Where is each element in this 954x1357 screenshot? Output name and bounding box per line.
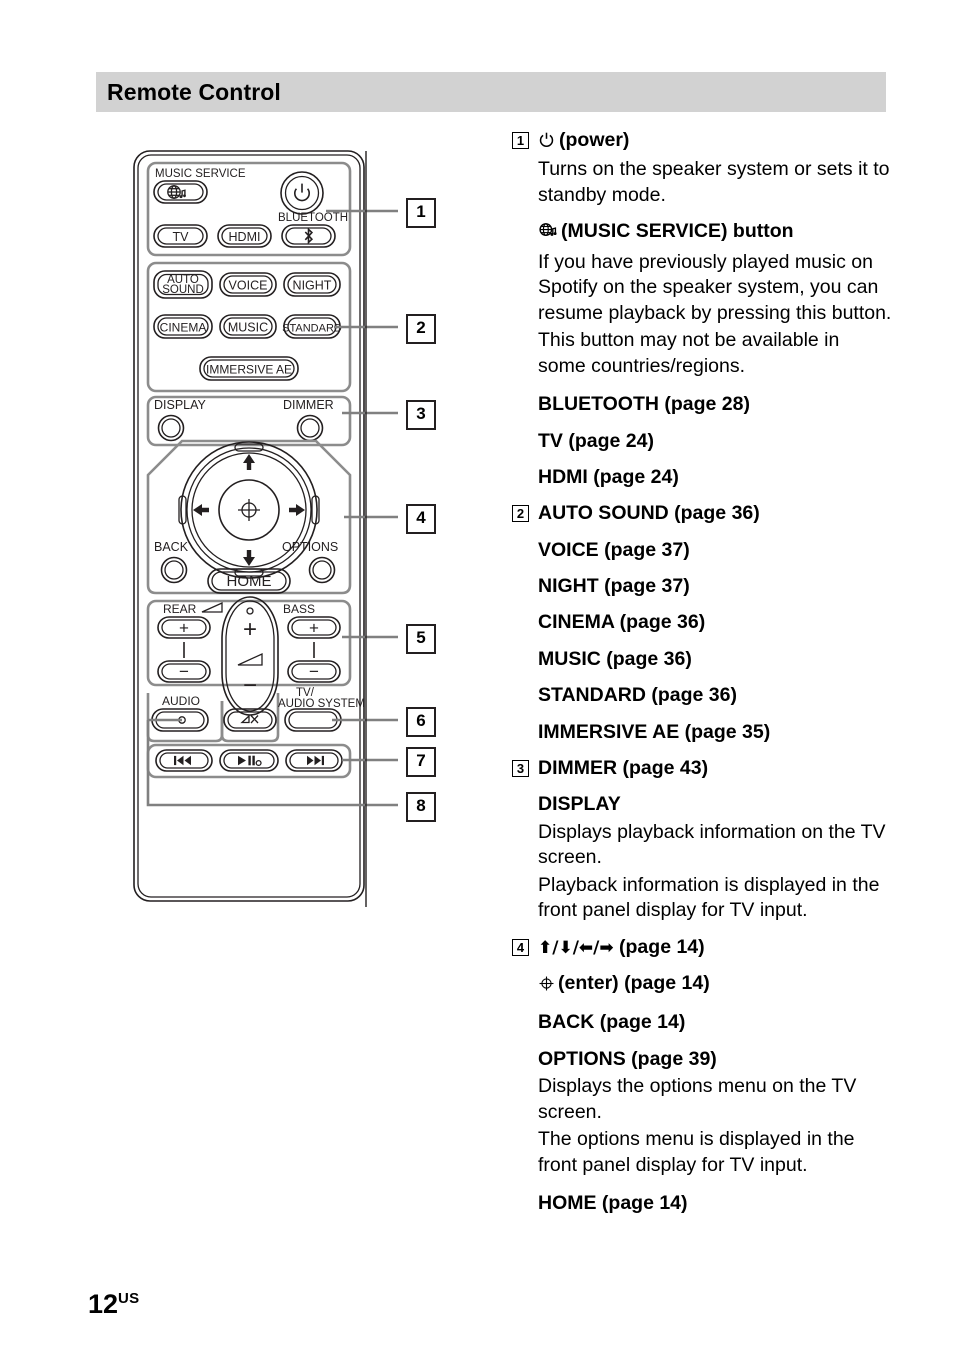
heading-hdmi: HDMI (page 24)	[538, 466, 679, 489]
label-home: HOME	[227, 573, 272, 590]
heading-cinema: CINEMA (page 36)	[538, 611, 706, 634]
play-pause-icon	[238, 755, 262, 767]
arrow-down-icon	[243, 550, 255, 566]
power-icon	[538, 130, 555, 155]
heading-back: BACK (page 14)	[538, 1011, 686, 1034]
heading-music-service: (MUSIC SERVICE) button	[538, 219, 892, 247]
callout-box-2: 2	[406, 314, 436, 344]
page-footer: 12US	[88, 1291, 139, 1318]
paragraph-display-tv: Displays playback information on the TV …	[538, 820, 886, 869]
heading-voice: VOICE (page 37)	[538, 538, 690, 561]
music-service-icon	[167, 185, 186, 199]
label-volume-plus: +	[243, 616, 257, 643]
callout-marker-2: 2	[512, 505, 529, 523]
label-audio: AUDIO	[162, 694, 200, 708]
callout-marker-1: 1	[512, 132, 529, 149]
heading-power: (power)	[538, 128, 892, 155]
paragraph-music-service: If you have previously played music on S…	[538, 250, 892, 324]
label-rear: REAR	[163, 602, 197, 616]
heading-enter-text: (enter) (page 14)	[558, 972, 710, 994]
label-back: BACK	[154, 540, 189, 554]
description-entry-2: 2 AUTO SOUND (page 36) VOICE (page 37) N…	[512, 501, 892, 746]
label-night: NIGHT	[293, 279, 332, 293]
callout-box-8: 8	[406, 792, 436, 822]
manual-page: Remote Control .ln{fill:none;stroke:#231…	[0, 0, 954, 1357]
previous-icon	[174, 755, 191, 766]
label-bass-minus: −	[309, 662, 319, 681]
callout-marker-4: 4	[512, 938, 529, 956]
heading-display: DISPLAY	[538, 793, 621, 816]
callout-box-5: 5	[406, 624, 436, 654]
label-display: DISPLAY	[154, 398, 207, 412]
arrow-right-icon	[289, 504, 305, 516]
footer-region-suffix: US	[118, 1290, 140, 1307]
description-entry-4: 4 ⬆/⬇/⬅/➡ (page 14) (enter) (page 14) BA…	[512, 935, 892, 1219]
mute-icon	[240, 714, 259, 724]
label-music-service: MUSIC SERVICE	[155, 168, 246, 180]
heading-arrow-keys: ⬆/⬇/⬅/➡ (page 14)	[538, 935, 892, 960]
callout-marker-3: 3	[512, 759, 529, 777]
next-icon	[307, 755, 324, 766]
paragraph-display-front-panel: Playback information is displayed in the…	[538, 873, 880, 922]
callout-box-3: 3	[406, 400, 436, 430]
volume-icon	[237, 652, 263, 666]
heading-arrow-keys-text: (page 14)	[619, 935, 705, 958]
heading-power-text: (power)	[559, 129, 630, 151]
heading-night: NIGHT (page 37)	[538, 575, 690, 598]
heading-enter: (enter) (page 14)	[538, 971, 892, 999]
power-icon	[294, 183, 310, 202]
heading-dimmer: DIMMER (page 43)	[538, 756, 709, 779]
enter-icon	[238, 499, 260, 521]
label-hdmi: HDMI	[229, 230, 261, 244]
arrow-up-icon	[243, 454, 255, 470]
heading-tv: TV (page 24)	[538, 429, 654, 452]
label-music: MUSIC	[228, 321, 268, 335]
heading-standard: STANDARD (page 36)	[538, 684, 737, 707]
label-dimmer: DIMMER	[283, 398, 334, 412]
footer-page-number: 12	[88, 1289, 119, 1319]
label-bass-plus: +	[309, 619, 319, 638]
label-sound: SOUND	[162, 284, 204, 296]
callout-box-4: 4	[406, 504, 436, 534]
label-volume-minus: −	[243, 672, 257, 699]
paragraph-power: Turns on the speaker system or sets it t…	[538, 158, 890, 206]
callout-box-6: 6	[406, 707, 436, 737]
music-service-icon	[538, 222, 558, 247]
label-bluetooth: BLUETOOTH	[278, 212, 348, 224]
paragraph-music-service-availability: This button may not be available in some…	[538, 329, 840, 377]
description-entry-3: 3 DIMMER (page 43) DISPLAY Displays play…	[512, 756, 892, 926]
arrow-left-icon	[193, 504, 209, 516]
label-options: OPTIONS	[282, 540, 338, 554]
heading-bluetooth: BLUETOOTH (page 28)	[538, 393, 750, 416]
paragraph-options-front-panel: The options menu is displayed in the fro…	[538, 1128, 855, 1176]
callout-box-7: 7	[406, 747, 436, 777]
volume-icon-rear	[201, 601, 223, 613]
heading-music-service-text: (MUSIC SERVICE) button	[561, 220, 794, 243]
arrow-keys-icon: ⬆/⬇/⬅/➡	[538, 937, 614, 958]
label-rear-plus: +	[179, 619, 189, 638]
label-standard: STANDARD	[282, 323, 342, 335]
callout-box-1: 1	[406, 198, 436, 228]
description-entry-1: 1 (power) Turns on the speaker system or…	[512, 128, 892, 492]
label-rear-minus: −	[179, 662, 189, 681]
section-header-band: Remote Control	[96, 72, 886, 112]
enter-icon	[538, 974, 555, 999]
paragraph-options-tv: Displays the options menu on the TV scre…	[538, 1075, 857, 1123]
page-title: Remote Control	[107, 78, 281, 105]
label-bass: BASS	[283, 602, 315, 616]
heading-auto-sound: AUTO SOUND (page 36)	[538, 502, 760, 525]
heading-music: MUSIC (page 36)	[538, 647, 692, 670]
label-immersive-ae: IMMERSIVE AE	[206, 363, 292, 377]
description-column: 1 (power) Turns on the speaker system or…	[512, 128, 892, 1219]
heading-immersive-ae: IMMERSIVE AE (page 35)	[538, 720, 771, 743]
label-tv: TV	[173, 230, 190, 244]
remote-control-illustration: .ln{fill:none;stroke:#231f20;stroke-widt…	[130, 145, 440, 915]
label-voice: VOICE	[229, 279, 268, 293]
heading-options: OPTIONS (page 39)	[538, 1047, 717, 1070]
heading-home: HOME (page 14)	[538, 1192, 688, 1215]
label-cinema: CINEMA	[160, 321, 207, 335]
bluetooth-icon	[304, 227, 314, 245]
